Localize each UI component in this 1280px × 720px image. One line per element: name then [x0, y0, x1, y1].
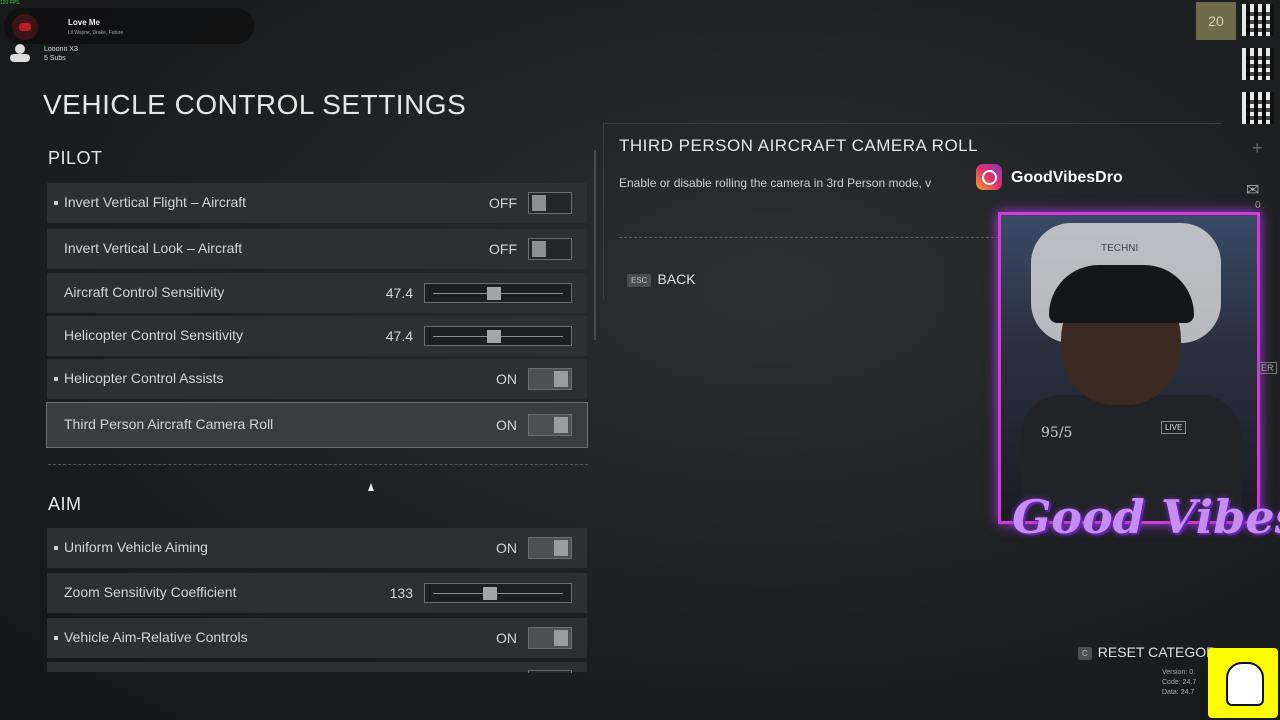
setting-value: ON — [496, 540, 517, 556]
setting-label: Invert Vertical Flight – Aircraft — [64, 194, 247, 210]
settings-scrollbar[interactable] — [594, 150, 596, 340]
setting-label: Helicopter Control Sensitivity — [64, 327, 243, 343]
mouse-cursor-icon — [368, 483, 374, 491]
live-badge: LIVE — [1161, 421, 1187, 434]
reset-label: RESET CATEGOR — [1097, 644, 1217, 660]
slider-thumb[interactable] — [487, 330, 502, 343]
setting-value: 133 — [389, 585, 413, 601]
modified-indicator — [54, 546, 58, 550]
setting-label: Third Person Aircraft Camera Roll — [64, 416, 274, 432]
section-divider — [48, 464, 588, 465]
toggle-knob — [554, 371, 568, 387]
now-playing-artist: Lil Wayne, Drake, Future — [68, 30, 124, 36]
snapchat-ghost-icon — [1226, 662, 1264, 706]
setting-label: Invert Vertical Look – Aircraft — [64, 240, 243, 256]
settings-row[interactable]: Third Person Aircraft Camera Roll ON — [46, 402, 588, 448]
slider-track — [433, 593, 563, 594]
fps-counter: 120 FPS — [0, 0, 20, 6]
qr-code-icon — [1242, 4, 1274, 36]
setting-value: OFF — [489, 195, 517, 211]
reset-category-button[interactable]: C RESET CATEGOR — [1078, 644, 1216, 660]
toggle-knob — [532, 241, 546, 257]
mail-count: 0 — [1255, 200, 1261, 211]
setting-label: Uniform Vehicle Aiming — [64, 539, 208, 555]
chair-brand: TECHNI — [1101, 243, 1139, 254]
setting-value: ON — [496, 630, 517, 646]
page-title: VEHICLE CONTROL SETTINGS — [43, 89, 467, 120]
subscriber-count: 5 Subs — [44, 55, 66, 62]
toggle-switch[interactable] — [528, 192, 572, 214]
setting-label: Zoom Sensitivity Coefficient — [64, 584, 237, 600]
detail-divider — [619, 237, 1019, 238]
slider[interactable] — [424, 326, 572, 346]
instagram-icon — [976, 164, 1002, 190]
album-art-icon — [12, 14, 38, 40]
version-line: Code: 24.7 — [1162, 679, 1197, 686]
slider[interactable] — [424, 583, 572, 603]
webcam-overlay: TECHNI 95/5 LIVE — [998, 212, 1260, 524]
modified-indicator — [54, 201, 58, 205]
toggle-switch[interactable] — [528, 238, 572, 260]
detail-title: THIRD PERSON AIRCRAFT CAMERA ROLL — [619, 136, 979, 155]
back-label: BACK — [657, 271, 696, 287]
settings-row[interactable]: Invert Vertical Flight – Aircraft OFF — [47, 183, 587, 223]
jersey-text: 95/5 — [1041, 425, 1073, 441]
setting-label: Aircraft Control Sensitivity — [64, 284, 225, 300]
settings-row[interactable]: Uniform Vehicle Aiming ON — [47, 528, 587, 568]
settings-row[interactable]: Vehicle Aim-Relative Controls ON — [47, 618, 587, 658]
notification-count-badge[interactable]: 20 — [1196, 2, 1236, 40]
esc-key-icon: ESC — [627, 273, 652, 287]
modified-indicator — [54, 377, 58, 381]
settings-row[interactable]: Invert Vertical Look – Aircraft OFF — [47, 229, 587, 269]
toggle-knob — [554, 417, 568, 433]
snapchat-logo — [1208, 648, 1278, 718]
settings-row[interactable]: Helicopter Control Assists ON — [47, 359, 587, 399]
toggle-switch[interactable] — [528, 627, 572, 649]
modified-indicator — [54, 636, 58, 640]
back-button[interactable]: ESC BACK — [627, 271, 696, 287]
toggle-switch[interactable] — [528, 537, 572, 559]
streamer-cap — [1049, 265, 1194, 323]
slider[interactable] — [424, 283, 572, 303]
subscriber-name: Looonn X3 — [44, 46, 78, 53]
er-badge: ER — [1258, 362, 1277, 374]
toggle-switch[interactable] — [528, 368, 572, 390]
setting-label: Helicopter Control Assists — [64, 370, 224, 386]
setting-value: ON — [496, 417, 517, 433]
slider-thumb[interactable] — [487, 287, 502, 300]
plus-icon[interactable]: + — [1252, 138, 1263, 159]
version-line: Data: 24.7 — [1162, 689, 1195, 696]
settings-row[interactable]: Zoom Sensitivity Coefficient 133 — [47, 573, 587, 613]
version-line: Version: 0. — [1162, 669, 1196, 676]
toggle-switch[interactable] — [528, 414, 572, 436]
instagram-name: GoodVibesDro — [1011, 169, 1123, 186]
now-playing-title: Love Me — [68, 18, 101, 27]
subscriber-avatar-icon — [10, 44, 30, 62]
section-title-pilot: PILOT — [48, 148, 103, 168]
setting-label: Vehicle Aim-Relative Controls — [64, 629, 248, 645]
settings-row[interactable]: Aircraft Control Sensitivity 47.4 — [47, 273, 587, 313]
setting-value: OFF — [489, 241, 517, 257]
setting-value: 47.4 — [385, 285, 413, 301]
now-playing-widget: Love Me Lil Wayne, Drake, Future — [4, 8, 254, 44]
detail-description: Enable or disable rolling the camera in … — [619, 176, 932, 190]
settings-row-partial[interactable] — [47, 662, 587, 673]
qr-code-icon — [1242, 48, 1274, 80]
c-key-icon: C — [1078, 646, 1092, 660]
mail-icon[interactable]: ✉ — [1246, 180, 1259, 200]
setting-value: ON — [496, 371, 517, 387]
settings-row[interactable]: Helicopter Control Sensitivity 47.4 — [47, 316, 587, 356]
section-title-aim: AIM — [48, 494, 82, 514]
toggle-knob — [532, 195, 546, 211]
qr-code-icon — [1242, 92, 1274, 124]
toggle-partial[interactable] — [528, 670, 572, 673]
brand-logo-text: Good Vibes — [1012, 490, 1280, 544]
toggle-knob — [554, 630, 568, 646]
version-info: Version: 0. Code: 24.7 Data: 24.7 — [1162, 668, 1196, 698]
setting-value: 47.4 — [385, 328, 413, 344]
toggle-knob — [554, 540, 568, 556]
slider-thumb[interactable] — [483, 587, 498, 600]
